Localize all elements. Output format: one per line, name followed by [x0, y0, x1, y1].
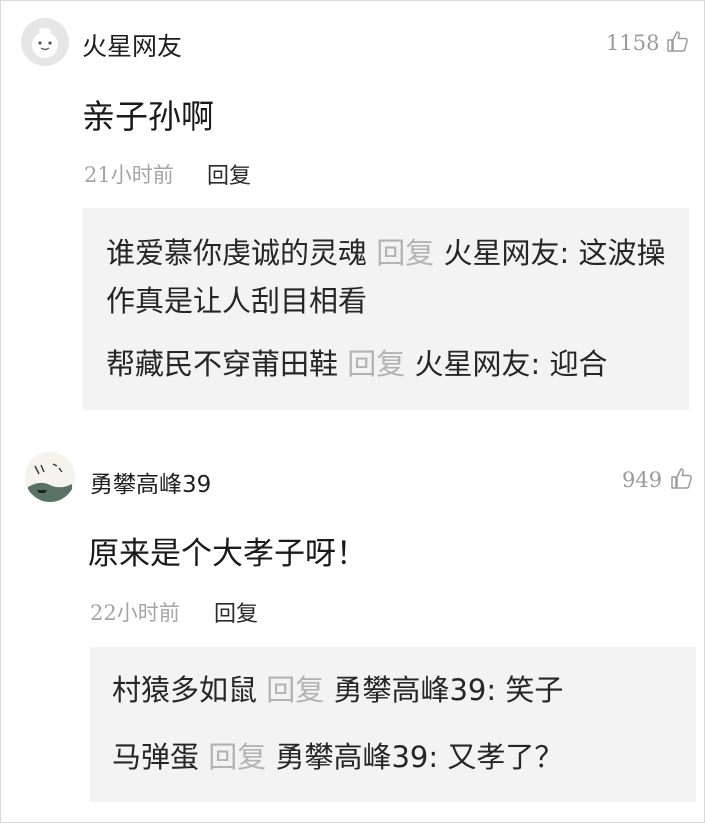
- reply-author[interactable]: 马弹蛋: [112, 740, 199, 774]
- thumbs-up-icon[interactable]: [666, 30, 690, 54]
- reply-text: 又孝了？: [447, 740, 564, 774]
- reply-item: 谁爱慕你虔诚的灵魂 回复 火星网友: 这波操作真是让人刮目相看: [106, 229, 671, 325]
- reply-button[interactable]: 回复: [214, 596, 258, 628]
- reply-verb: 回复: [208, 740, 267, 774]
- reply-target[interactable]: 火星网友:: [443, 236, 569, 270]
- reply-verb: 回复: [376, 236, 435, 270]
- ink-painting-avatar: [25, 452, 75, 502]
- reply-item: 村猿多如鼠 回复 勇攀高峰39: 笑子: [112, 666, 563, 714]
- default-avatar-icon: [21, 18, 69, 66]
- reply-text: 笑子: [505, 673, 564, 707]
- like-count: 1158: [606, 31, 660, 55]
- username[interactable]: 勇攀高峰39: [90, 465, 211, 499]
- reply-author[interactable]: 帮藏民不穿莆田鞋: [106, 347, 338, 381]
- avatar[interactable]: [21, 18, 69, 66]
- comment-text: 亲子孙啊: [82, 97, 214, 136]
- reply-text: 迎合: [549, 347, 608, 381]
- reply-item: 帮藏民不穿莆田鞋 回复 火星网友: 迎合: [106, 340, 681, 388]
- reply-target[interactable]: 勇攀高峰39:: [275, 740, 438, 774]
- comment-text: 原来是个大孝子呀！: [88, 536, 367, 572]
- reply-button[interactable]: 回复: [207, 158, 251, 190]
- reply-author[interactable]: 谁爱慕你虔诚的灵魂: [106, 236, 367, 270]
- username[interactable]: 火星网友: [82, 27, 182, 63]
- reply-item: 马弹蛋 回复 勇攀高峰39: 又孝了？: [112, 733, 563, 781]
- reply-verb: 回复: [347, 347, 406, 381]
- avatar[interactable]: [25, 452, 75, 502]
- reply-verb: 回复: [266, 673, 325, 707]
- reply-author[interactable]: 村猿多如鼠: [112, 673, 257, 707]
- reply-target[interactable]: 火星网友:: [414, 347, 540, 381]
- timestamp: 22小时前: [90, 601, 180, 625]
- thumbs-up-icon[interactable]: [670, 467, 694, 491]
- timestamp: 21小时前: [84, 163, 174, 187]
- reply-target[interactable]: 勇攀高峰39:: [333, 673, 496, 707]
- like-count: 949: [622, 468, 663, 492]
